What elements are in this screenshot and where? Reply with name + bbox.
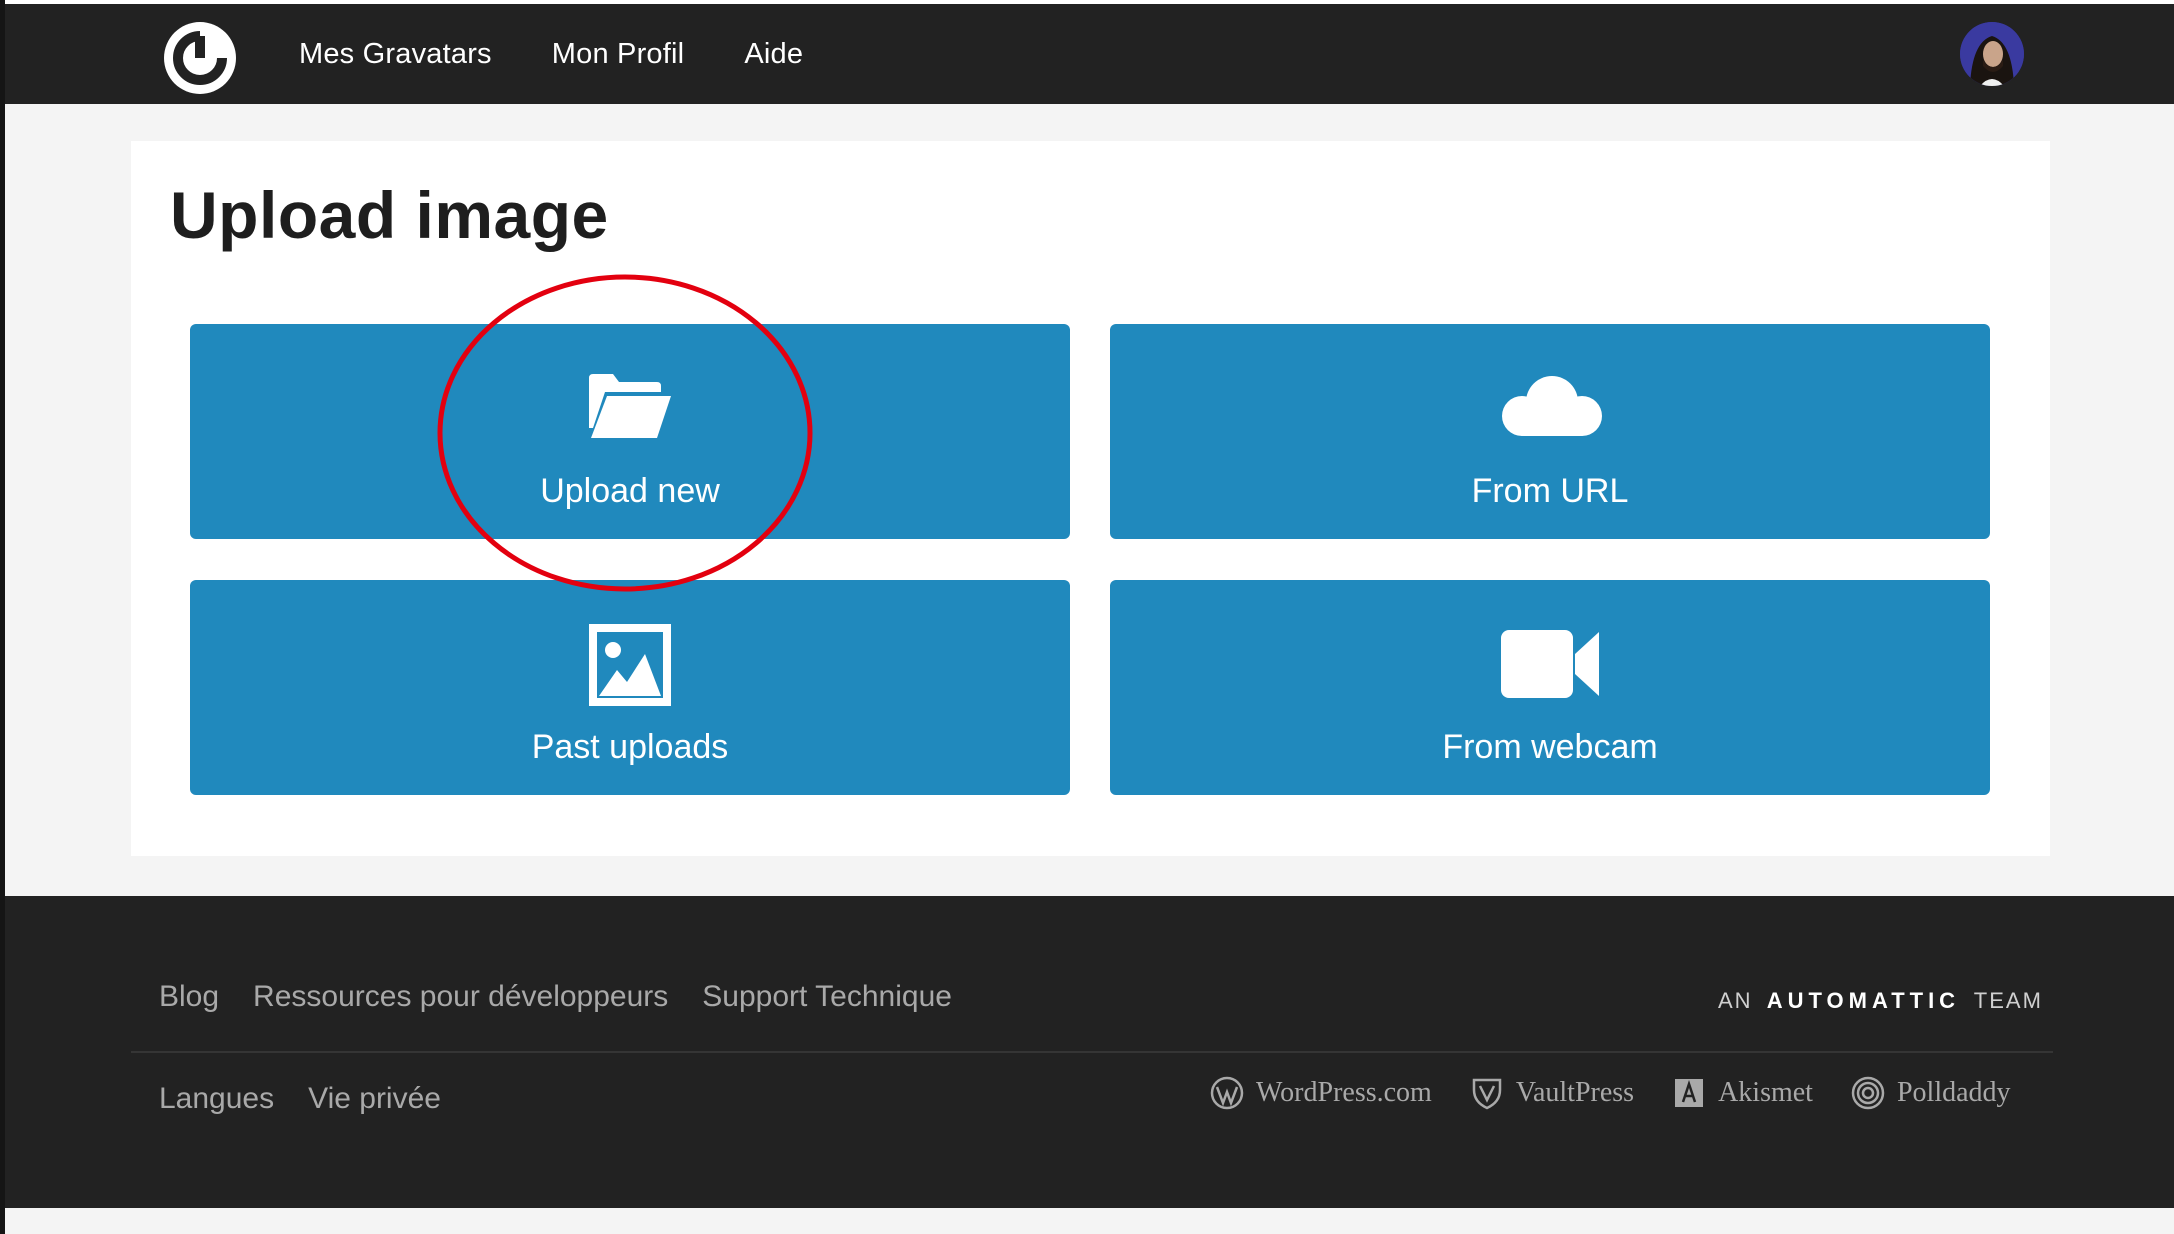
footer-link-privacy[interactable]: Vie privée [308, 1082, 441, 1116]
upload-new-button[interactable]: Upload new [190, 324, 1070, 539]
family-label-vaultpress: VaultPress [1515, 1077, 1635, 1108]
footer-link-languages[interactable]: Langues [159, 1082, 274, 1116]
window-bottom-strip [5, 1208, 2174, 1234]
video-camera-icon [1501, 630, 1599, 703]
family-link-polldaddy[interactable]: Polldaddy [1851, 1076, 2011, 1110]
automattic-family-links: WordPress.com VaultPress Akismet Polldad… [1210, 1076, 2011, 1110]
past-uploads-button[interactable]: Past uploads [190, 580, 1070, 795]
wordpress-icon [1210, 1076, 1244, 1110]
image-icon [589, 624, 671, 711]
cloud-icon [1492, 372, 1608, 447]
footer-primary-links: Blog Ressources pour développeurs Suppor… [159, 980, 952, 1014]
nav-mes-gravatars[interactable]: Mes Gravatars [299, 38, 492, 71]
site-footer: Blog Ressources pour développeurs Suppor… [5, 896, 2174, 1208]
akismet-icon [1675, 1079, 1704, 1107]
automattic-credit[interactable]: AN AUTOMATTIC TEAM [1718, 988, 2043, 1014]
automattic-brand: AUTOMATTIC [1766, 988, 1961, 1013]
vaultpress-icon [1472, 1078, 1502, 1110]
footer-link-developer-resources[interactable]: Ressources pour développeurs [253, 980, 668, 1014]
from-webcam-label: From webcam [1442, 728, 1658, 766]
folder-open-icon [587, 372, 673, 445]
footer-divider [131, 1051, 2053, 1053]
family-link-wordpress[interactable]: WordPress.com [1210, 1076, 1432, 1110]
footer-link-blog[interactable]: Blog [159, 980, 219, 1014]
family-link-vaultpress[interactable]: VaultPress [1470, 1076, 1634, 1110]
browser-viewport: Mes Gravatars Mon Profil Aide Upload ima… [0, 0, 2174, 1234]
upload-new-label: Upload new [540, 472, 720, 510]
top-navigation-bar: Mes Gravatars Mon Profil Aide [5, 4, 2174, 104]
nav-aide[interactable]: Aide [744, 38, 803, 71]
automattic-prefix: AN [1718, 988, 1753, 1013]
nav-mon-profil[interactable]: Mon Profil [552, 38, 685, 71]
past-uploads-label: Past uploads [531, 728, 729, 766]
family-label-wordpress: WordPress.com [1256, 1077, 1432, 1108]
family-label-polldaddy: Polldaddy [1896, 1077, 2011, 1108]
family-link-akismet[interactable]: Akismet [1672, 1076, 1813, 1110]
footer-secondary-links: Langues Vie privée [159, 1082, 441, 1116]
family-label-akismet: Akismet [1718, 1077, 1813, 1108]
from-url-label: From URL [1471, 472, 1629, 510]
page-title: Upload image [170, 178, 609, 252]
footer-link-support[interactable]: Support Technique [702, 980, 952, 1014]
from-webcam-button[interactable]: From webcam [1110, 580, 1990, 795]
user-avatar[interactable] [1960, 22, 2024, 86]
from-url-button[interactable]: From URL [1110, 324, 1990, 539]
main-nav: Mes Gravatars Mon Profil Aide [299, 4, 803, 104]
upload-image-panel: Upload image Upload new From URL Past up… [131, 141, 2050, 856]
automattic-suffix: TEAM [1973, 988, 2043, 1013]
gravatar-logo-icon[interactable] [164, 22, 236, 94]
polldaddy-icon [1851, 1076, 1885, 1110]
